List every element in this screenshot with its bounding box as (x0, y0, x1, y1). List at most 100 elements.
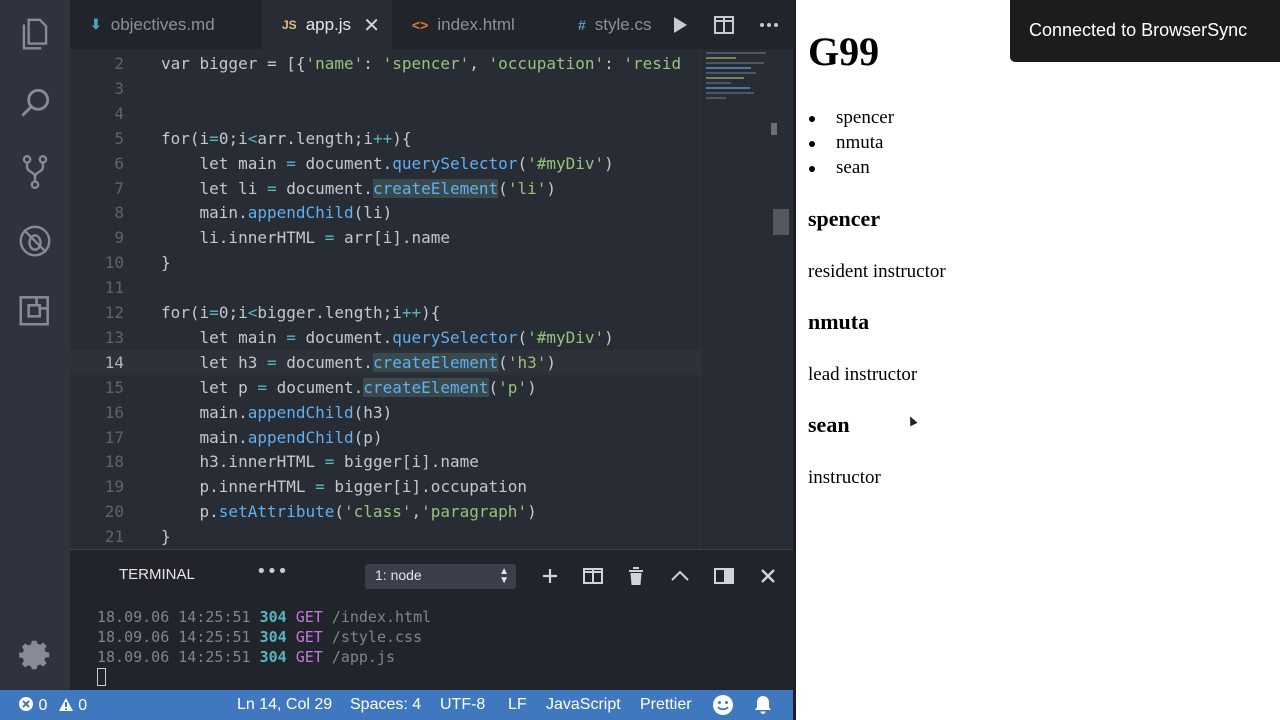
minimap-scroll-marker[interactable] (771, 123, 777, 135)
markdown-icon: ⬇ (90, 16, 102, 32)
tab-app-js[interactable]: JS app.js ✕ (262, 0, 392, 49)
code-line[interactable]: 18 h3.innerHTML = bigger[i].name (70, 449, 700, 474)
maximize-panel-chevron-up-icon[interactable] (667, 564, 693, 588)
code-line[interactable]: 12 for(i=0;i<bigger.length;i++){ (70, 300, 700, 325)
settings-gear-icon[interactable] (15, 635, 55, 675)
toggle-panel-position-icon[interactable] (711, 564, 737, 588)
select-arrows-icon: ▲ ▼ (499, 566, 509, 586)
close-tab-icon[interactable]: ✕ (363, 13, 380, 38)
search-icon[interactable] (15, 83, 55, 123)
line-number: 9 (114, 228, 124, 248)
more-actions-icon[interactable] (756, 12, 782, 38)
encoding-setting[interactable]: UTF-8 (440, 696, 485, 714)
person-occupation: instructor (808, 467, 881, 488)
code-line[interactable]: 3 (70, 76, 700, 101)
code-line[interactable]: 15 let p = document.createElement('p') (70, 375, 700, 400)
code-text: p.setAttribute('class','paragraph') (161, 502, 537, 522)
person-name-heading: nmuta (808, 309, 870, 334)
code-text: p.innerHTML = bigger[i].occupation (161, 477, 528, 497)
code-line[interactable]: 21} (70, 524, 700, 549)
code-line[interactable]: 4 (70, 101, 700, 126)
terminal-cursor[interactable] (97, 668, 106, 686)
line-number: 4 (114, 103, 124, 123)
code-line[interactable]: 17 main.appendChild(p) (70, 425, 700, 450)
code-line[interactable]: 10} (70, 250, 700, 275)
line-number: 8 (114, 203, 124, 223)
feedback-smiley-icon[interactable] (712, 694, 734, 720)
code-line[interactable]: 2 var bigger = [{'name': 'spencer', 'occu… (70, 51, 700, 76)
debug-icon[interactable] (15, 221, 55, 261)
vscode-window: ⬇ objectives.md JS app.js ✕ <> index.htm… (0, 0, 793, 720)
split-terminal-icon[interactable] (580, 564, 606, 588)
eol-setting[interactable]: LF (508, 696, 527, 714)
code-text: } (161, 253, 171, 273)
line-number: 12 (104, 303, 124, 322)
tab-label: index.html (437, 14, 515, 34)
tab-label: style.cs (594, 14, 652, 34)
code-line[interactable]: 13 let main = document.querySelector('#m… (70, 325, 700, 350)
extensions-icon[interactable] (15, 290, 55, 330)
code-line[interactable]: 9 li.innerHTML = arr[i].name (70, 225, 700, 250)
person-name-heading: spencer (808, 206, 881, 231)
kill-terminal-trash-icon[interactable] (623, 564, 649, 588)
line-number: 15 (104, 377, 124, 397)
line-number: 10 (104, 253, 124, 273)
prettier-status[interactable]: Prettier (640, 696, 692, 714)
code-editor[interactable]: 2 var bigger = [{'name': 'spencer', 'occu… (70, 49, 700, 549)
line-number: 5 (114, 128, 124, 148)
minimap[interactable] (700, 49, 793, 549)
split-editor-icon[interactable] (711, 12, 737, 38)
notifications-bell-icon[interactable] (754, 695, 772, 720)
terminal-tab-title[interactable]: TERMINAL (119, 566, 195, 583)
code-line-current[interactable]: 14 let h3 = document.createElement('h3') (70, 349, 700, 375)
error-icon (19, 697, 33, 711)
cursor-position[interactable]: Ln 14, Col 29 (237, 696, 332, 714)
editor-tab-bar: ⬇ objectives.md JS app.js ✕ <> index.htm… (70, 0, 793, 49)
code-line[interactable]: 6 let main = document.querySelector('#my… (70, 151, 700, 176)
new-terminal-icon[interactable] (537, 564, 563, 588)
line-number: 6 (114, 153, 124, 173)
terminal-panel: TERMINAL ••• 1: node ▲ ▼ 18.09.06 14:25:5… (70, 549, 793, 690)
code-text: let p = document.createElement('p') (161, 377, 537, 397)
terminal-log-line: 18.09.06 14:25:51 304 GET /app.js (97, 648, 396, 666)
code-text: main.appendChild(h3) (161, 402, 393, 422)
html-icon: <> (412, 16, 429, 33)
code-text: } (161, 527, 171, 547)
code-line[interactable]: 11 (70, 275, 700, 300)
language-mode[interactable]: JavaScript (546, 696, 621, 714)
code-line[interactable]: 16 main.appendChild(h3) (70, 400, 700, 425)
source-control-icon[interactable] (15, 152, 55, 192)
terminal-log-line: 18.09.06 14:25:51 304 GET /index.html (97, 608, 432, 626)
line-number: 17 (104, 427, 124, 447)
terminal-select-value: 1: node (375, 567, 422, 583)
code-line[interactable]: 20 p.setAttribute('class','paragraph') (70, 499, 700, 524)
line-number: 14 (104, 352, 124, 372)
vertical-scrollbar[interactable] (773, 209, 789, 235)
code-text: main.appendChild(li) (161, 203, 393, 223)
code-text: var bigger = [{'name': 'spencer', 'occup… (161, 54, 682, 73)
line-number: 7 (114, 178, 124, 198)
list-item: nmuta (808, 132, 894, 157)
tab-objectives-md[interactable]: ⬇ objectives.md (70, 0, 262, 49)
terminal-more-icon[interactable]: ••• (256, 561, 288, 582)
terminal-select[interactable]: 1: node ▲ ▼ (365, 564, 516, 589)
tab-label: objectives.md (110, 14, 215, 34)
code-line[interactable]: 5 for(i=0;i<arr.length;i++){ (70, 126, 700, 151)
status-bar: 0 0 Ln 14, Col 29 Spaces: 4 UTF-8 LF Jav… (0, 690, 793, 720)
code-line[interactable]: 7 let li = document.createElement('li') (70, 176, 700, 201)
explorer-icon[interactable] (15, 14, 55, 54)
tab-index-html[interactable]: <> index.html (392, 0, 554, 49)
code-text: let h3 = document.createElement('h3') (161, 352, 556, 372)
browser-preview: G99 spencer nmuta sean spencer resident … (793, 0, 1280, 720)
line-number: 19 (104, 477, 124, 497)
code-line[interactable]: 8 main.appendChild(li) (70, 200, 700, 225)
problems-indicator[interactable]: 0 0 (18, 696, 87, 715)
run-icon[interactable] (667, 12, 693, 38)
close-panel-icon[interactable] (755, 564, 781, 588)
line-number: 18 (104, 452, 124, 472)
indentation-setting[interactable]: Spaces: 4 (350, 696, 421, 714)
js-icon: JS (282, 17, 297, 32)
tab-style-css[interactable]: # style.cs (554, 0, 658, 49)
code-line[interactable]: 19 p.innerHTML = bigger[i].occupation (70, 474, 700, 499)
line-number: 16 (104, 402, 124, 422)
